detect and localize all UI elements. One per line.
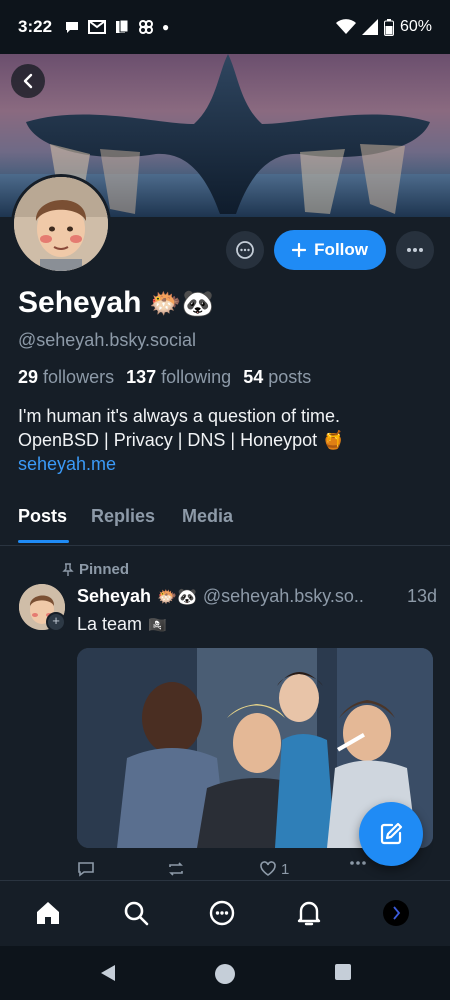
bell-icon (297, 901, 321, 926)
followers-label: followers (43, 367, 115, 387)
posts-count: 54 (243, 367, 264, 387)
post-text-emoji: 🏴‍☠️ (148, 616, 167, 634)
tab-media[interactable]: Media (182, 506, 233, 527)
nav-chat[interactable] (206, 897, 238, 929)
system-nav-bar (0, 946, 450, 1000)
system-recents-button[interactable] (334, 963, 352, 986)
signal-icon (361, 19, 378, 35)
post-actions: 1 (77, 860, 377, 882)
gmail-icon (88, 20, 107, 34)
post-time: 13d (406, 586, 437, 606)
files-icon (116, 19, 129, 33)
avatar-image (14, 177, 108, 271)
post-author-name[interactable]: Seheyah (77, 586, 151, 607)
posts-stat: 54 posts (243, 367, 311, 388)
pinned-label: Pinned (79, 561, 130, 578)
profile-actions: Follow (226, 230, 434, 270)
tab-posts[interactable]: Posts (18, 506, 67, 527)
pinned-indicator: Pinned (62, 561, 129, 578)
active-tab-indicator (18, 540, 69, 543)
pin-icon (62, 562, 74, 576)
like-button[interactable]: 1 (259, 860, 289, 878)
status-right: 60% (335, 18, 432, 36)
search-icon (124, 901, 149, 926)
follow-label: Follow (314, 240, 368, 259)
following-count: 137 (126, 367, 157, 387)
profile-handle: @seheyah.bsky.social (18, 330, 197, 350)
profile-stats: 29 followers 137 following 54 posts (18, 367, 315, 388)
circle-home-icon (215, 964, 235, 984)
notification-icons: ● (64, 19, 169, 35)
reply-button[interactable] (77, 860, 95, 878)
follow-author-plus-icon[interactable]: + (46, 612, 66, 632)
message-button[interactable] (226, 231, 265, 269)
battery-percent: 60% (399, 18, 432, 35)
profile-avatar-icon (383, 900, 409, 926)
follow-button[interactable]: Follow (274, 230, 386, 270)
repost-icon (169, 862, 183, 876)
chat-bubble-icon (66, 22, 79, 33)
profile-avatar[interactable] (11, 174, 111, 274)
post-more-button[interactable] (349, 860, 367, 866)
more-horizontal-icon (350, 861, 366, 865)
nav-search[interactable] (120, 897, 152, 929)
back-button[interactable] (11, 64, 45, 98)
post-text-content: La team (77, 614, 143, 634)
battery-icon (383, 18, 394, 36)
more-horizontal-icon (407, 248, 423, 252)
repost-button[interactable] (167, 860, 185, 878)
followers-stat[interactable]: 29 followers (18, 367, 114, 388)
following-stat[interactable]: 137 following (126, 367, 231, 388)
dot-icon: ● (162, 20, 170, 34)
bottom-nav (0, 880, 450, 946)
chevron-left-icon (23, 73, 33, 89)
system-back-button[interactable] (98, 963, 118, 988)
bio-link[interactable]: seheyah.me (18, 452, 438, 476)
post-text: La team 🏴‍☠️ (77, 614, 167, 635)
status-bar: 3:22 ● 60% (0, 0, 450, 54)
triangle-back-icon (101, 965, 115, 981)
compose-post-button[interactable] (359, 802, 423, 866)
post-author-handle[interactable]: @seheyah.bsky.so.. (203, 586, 364, 607)
reply-icon (78, 862, 94, 877)
display-name-text: Seheyah (18, 286, 142, 319)
display-name-emojis: 🐡🐼 (149, 287, 215, 318)
home-icon (37, 902, 59, 924)
compose-icon (380, 822, 403, 845)
nav-profile[interactable] (380, 897, 412, 929)
heart-icon (260, 861, 276, 876)
bio-line-1: I'm human it's always a question of time… (18, 406, 341, 426)
system-home-button[interactable] (214, 963, 236, 990)
chat-icon (236, 241, 255, 259)
more-options-button[interactable] (396, 231, 434, 269)
plus-icon (292, 243, 307, 257)
nav-home[interactable] (32, 897, 64, 929)
post-header: Seheyah 🐡🐼 @seheyah.bsky.so.. 13d (77, 586, 437, 607)
display-name: Seheyah 🐡🐼 (18, 286, 214, 320)
post-author-emojis: 🐡🐼 (157, 588, 197, 606)
like-count: 1 (281, 860, 290, 878)
square-recents-icon (335, 964, 351, 980)
chat-icon (209, 900, 235, 926)
nav-notifications[interactable] (293, 897, 325, 929)
tab-replies[interactable]: Replies (91, 506, 155, 527)
wifi-icon (335, 19, 356, 34)
following-label: following (161, 367, 232, 387)
pinwheel-icon (139, 20, 154, 34)
posts-label: posts (268, 367, 312, 387)
status-time: 3:22 (18, 17, 53, 36)
followers-count: 29 (18, 367, 39, 387)
profile-bio: I'm human it's always a question of time… (18, 404, 438, 476)
bio-line-2: OpenBSD | Privacy | DNS | Honeypot 🍯 (18, 430, 345, 450)
